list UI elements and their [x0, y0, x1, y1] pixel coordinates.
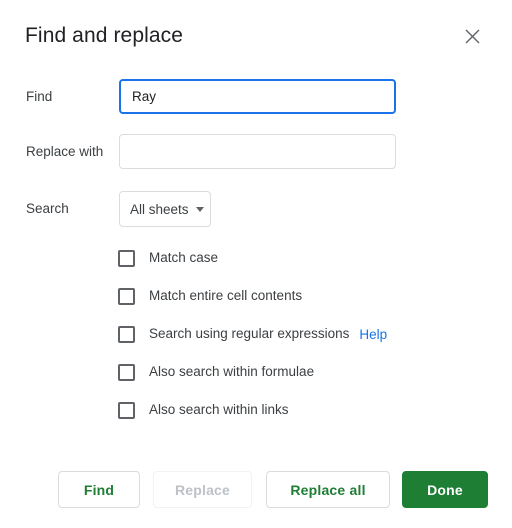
checkbox-label: Match entire cell contents: [149, 288, 303, 303]
checkbox-match-entire-cell-contents[interactable]: [118, 287, 135, 305]
checkbox-label: Search using regular expressions: [149, 326, 350, 341]
checkbox-match-case[interactable]: [118, 249, 135, 267]
close-icon: [465, 29, 480, 44]
search-label: Search: [26, 201, 69, 216]
replace-with-label: Replace with: [26, 144, 104, 159]
close-button[interactable]: [458, 22, 486, 50]
search-scope-value: All sheets: [130, 201, 189, 217]
checkbox-also-search-within-links[interactable]: [118, 401, 135, 419]
checkbox-row-also-search-within-links[interactable]: Also search within links: [118, 400, 289, 420]
find-label: Find: [26, 89, 53, 104]
checkbox-label: Match case: [149, 250, 219, 265]
checkbox-row-also-search-within-formulae[interactable]: Also search within formulae: [118, 362, 314, 382]
find-input[interactable]: [119, 79, 396, 114]
checkbox-search-using-regular-expressions[interactable]: [118, 325, 135, 343]
regex-help-link[interactable]: Help: [359, 327, 387, 342]
checkbox-also-search-within-formulae[interactable]: [118, 363, 135, 381]
checkbox-row-match-case[interactable]: Match case: [118, 248, 218, 268]
checkbox-row-search-using-regular-expressions[interactable]: Search using regular expressions Help: [118, 324, 387, 344]
checkbox-label: Also search within formulae: [149, 364, 315, 379]
checkbox-row-match-entire-cell-contents[interactable]: Match entire cell contents: [118, 286, 302, 306]
replace-all-button[interactable]: Replace all: [266, 471, 390, 508]
page-title: Find and replace: [25, 24, 184, 47]
search-scope-dropdown[interactable]: All sheets: [119, 191, 211, 227]
find-button[interactable]: Find: [58, 471, 140, 508]
checkbox-label: Also search within links: [149, 402, 289, 417]
done-button[interactable]: Done: [402, 471, 488, 508]
replace-with-input[interactable]: [119, 134, 396, 169]
find-and-replace-dialog: Find and replace Find Replace with Searc…: [0, 0, 512, 528]
chevron-down-icon: [195, 206, 204, 212]
replace-button: Replace: [153, 471, 252, 508]
